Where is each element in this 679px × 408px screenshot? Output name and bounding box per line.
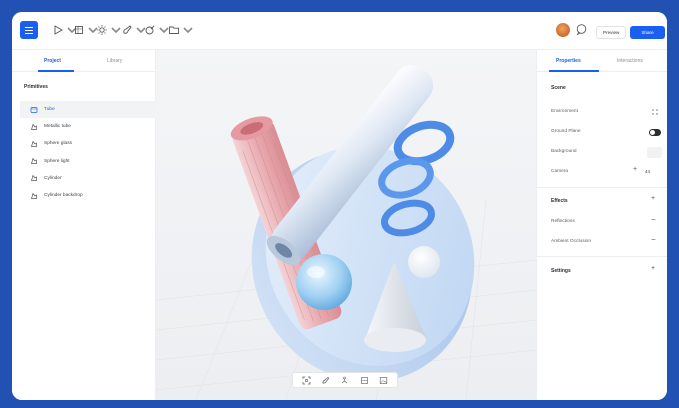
list-item-cylinder-backdrop[interactable]: Cylinder backdrop [20,187,156,204]
divider [537,187,667,188]
tab-library[interactable]: Library [107,58,122,64]
right-panel: Properties Interactions Scene Environmen… [536,50,667,400]
chevron-down-icon [183,27,193,34]
background-label: Background [551,149,577,154]
remove-reflections-icon[interactable]: − [651,215,656,224]
right-tabs: Properties Interactions [537,50,667,72]
shape-icon [31,157,37,165]
shape-icon [31,192,37,199]
tube-icon [30,106,38,113]
ground-plane-label: Ground Plane [551,129,581,134]
tab-properties[interactable]: Properties [556,58,581,64]
image-icon[interactable] [379,376,388,385]
play-icon [54,25,63,35]
shape-icon [31,123,37,130]
pen-icon [145,25,155,35]
list-item-sphere-light[interactable]: Sphere light [20,153,156,170]
reflections-label: Reflections [551,219,575,224]
grid-icon[interactable] [651,108,659,116]
scene-title: Scene [551,85,566,91]
active-tab-indicator [549,70,599,72]
plus-icon[interactable]: + [633,166,637,173]
folder-icon [169,26,179,34]
layers-icon[interactable] [360,376,369,385]
cube-icon [75,26,83,34]
divider [537,256,667,257]
top-toolbar: Preview Share [12,12,667,50]
folder-tool-button[interactable] [168,23,194,37]
brush-icon[interactable] [321,376,330,385]
list-item-cylinder[interactable]: Cylinder [20,170,156,187]
list-item-label: Metallic tube [44,124,71,130]
list-item-label: Sphere glass [44,141,72,147]
shape-icon [31,175,37,182]
camera-label: Camera [551,169,569,174]
background-swatch[interactable] [647,147,662,158]
viewport-toolbar [292,372,398,388]
share-button[interactable]: Share [630,26,665,39]
3d-scene [156,64,536,400]
3d-viewport[interactable] [156,50,536,400]
focus-icon[interactable] [302,376,311,385]
tab-project[interactable]: Project [44,58,61,64]
shape-icon [31,140,37,147]
chat-icon[interactable] [575,23,588,36]
left-tabs: Project Library [12,50,156,72]
pen-tool-button[interactable] [144,23,170,37]
add-setting-icon[interactable]: + [651,265,655,272]
settings-title: Settings [551,268,571,274]
list-item-label: Tube [44,107,55,113]
list-item-label: Cylinder [44,175,62,181]
camera-value[interactable]: 44 [645,169,650,174]
ground-plane-toggle[interactable] [649,129,661,136]
list-item-label: Sphere light [44,158,70,164]
effects-title: Effects [551,198,568,204]
ambient-occlusion-label: Ambient Occlusion [551,239,591,244]
tab-interactions[interactable]: Interactions [617,58,643,64]
primitives-list: Tube Metallic tube Sphere glass Sphere l… [20,101,156,204]
left-panel: Project Library Primitives Tube Metallic… [12,50,156,400]
light-icon [97,25,107,35]
list-item-tube[interactable]: Tube [20,101,156,119]
active-tab-indicator [38,70,74,72]
environment-label: Environment [551,109,578,114]
list-item-sphere-glass[interactable]: Sphere glass [20,135,156,152]
list-item-metallic-tube[interactable]: Metallic tube [20,118,156,135]
avatar[interactable] [556,23,570,37]
app-window: Preview Share Project Library Primitives… [12,12,667,400]
preview-button[interactable]: Preview [596,26,627,39]
list-item-label: Cylinder backdrop [44,193,83,199]
menu-icon[interactable] [20,21,38,39]
remove-ambient-occlusion-icon[interactable]: − [651,235,656,244]
brush-icon [123,25,132,34]
add-effect-icon[interactable]: + [651,195,655,202]
primitives-title: Primitives [24,84,48,90]
light-tool-button[interactable] [96,23,122,37]
hierarchy-icon[interactable] [340,376,349,385]
